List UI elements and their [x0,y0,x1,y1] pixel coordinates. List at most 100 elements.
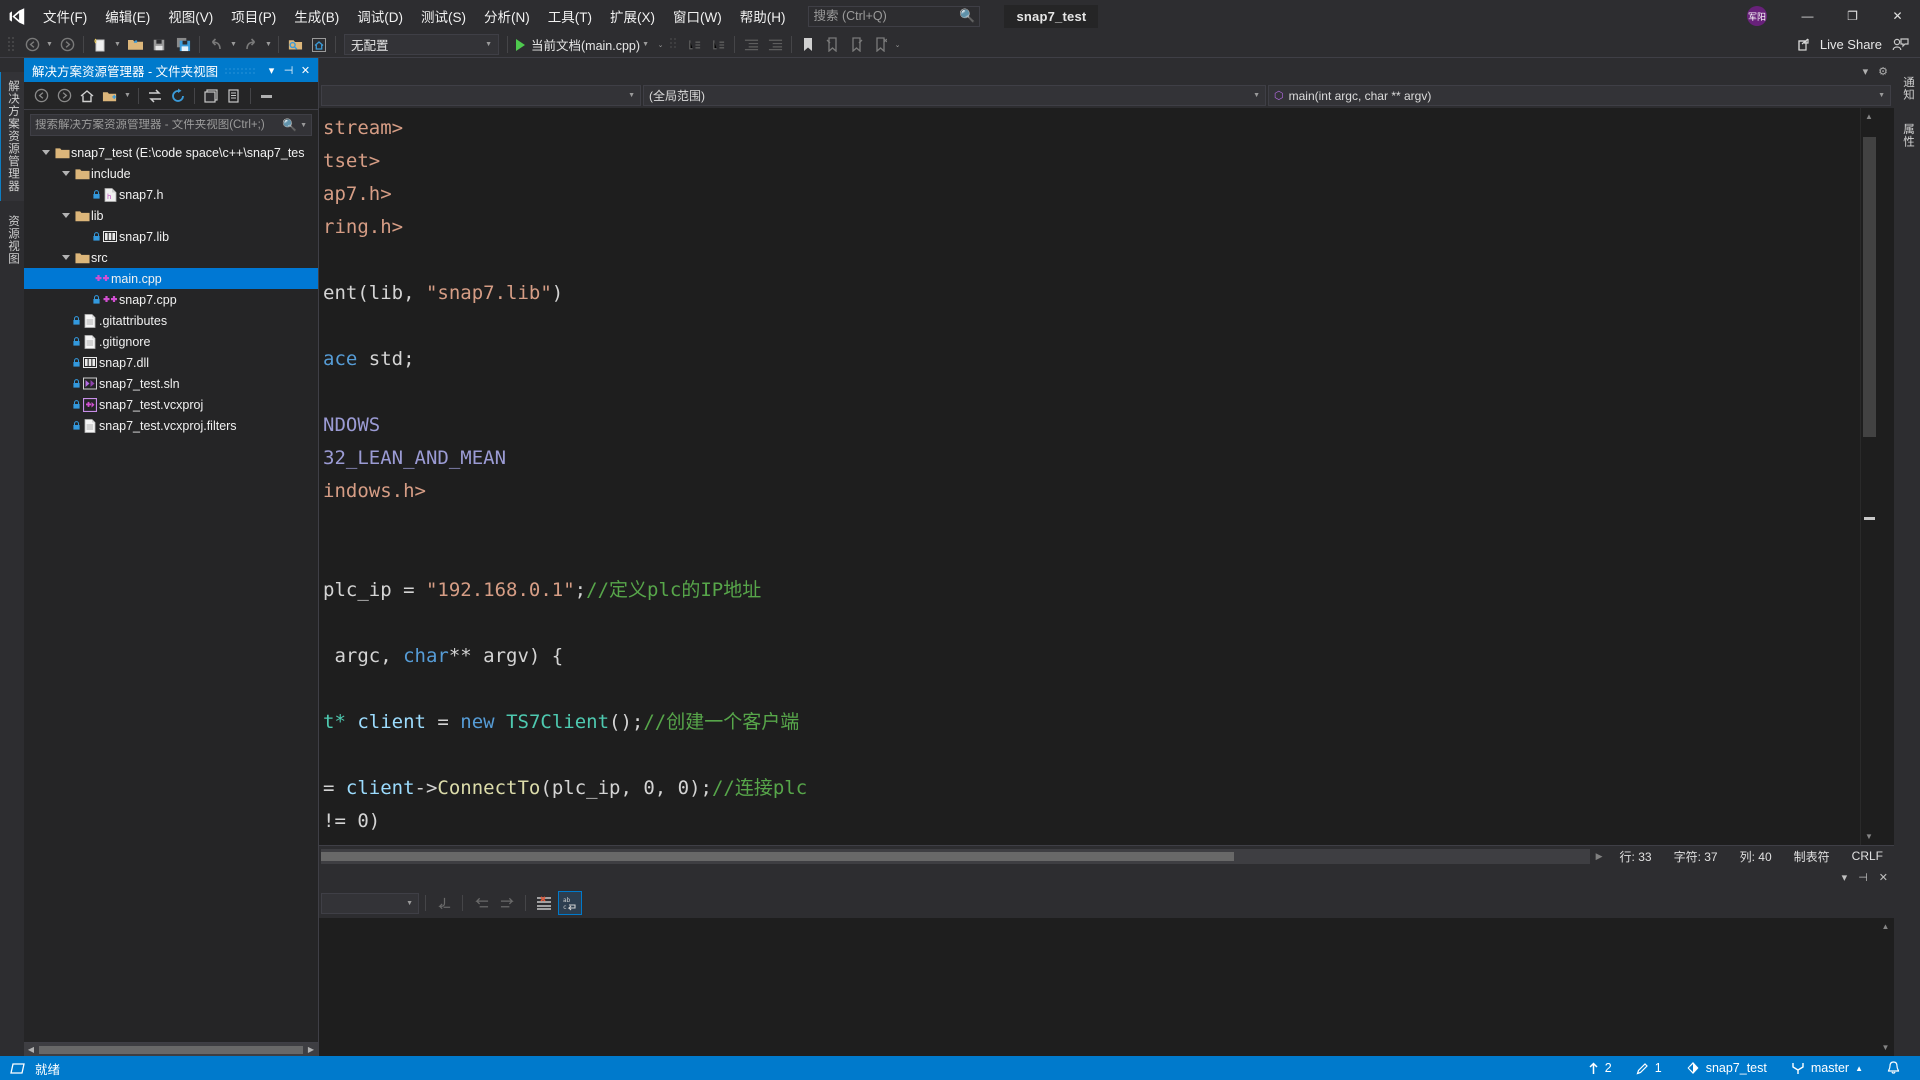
user-account-avatar[interactable]: 军阳 [1747,6,1767,26]
code-line[interactable] [319,607,1860,640]
code-line[interactable]: != 0) [319,805,1860,838]
undo-icon[interactable] [204,34,228,56]
toolbar-grip-2[interactable] [669,36,679,54]
quick-launch-search[interactable]: 🔍 [808,5,981,27]
navigate-back-caret-icon[interactable]: ▼ [44,34,55,56]
editor-hscrollbar-wrap[interactable] [319,846,1590,866]
show-all-files-icon[interactable] [256,85,278,107]
editor-hscrollbar[interactable] [321,848,1590,864]
nav-forward-icon[interactable] [53,85,75,107]
scroll-down-icon[interactable]: ▼ [1861,828,1878,845]
code-line[interactable]: argc, char** argv) { [319,640,1860,673]
vtab-notifications[interactable]: 通知 [1894,68,1920,109]
toolbar-overflow-2-icon[interactable]: ⌄ [892,34,903,56]
output-source-combo[interactable]: ▼ [321,892,419,914]
code-line[interactable]: plc_ip = "192.168.0.1";//定义plc的IP地址 [319,574,1860,607]
close-icon[interactable]: ✕ [1879,871,1888,884]
git-branch[interactable]: master ▲ [1779,1056,1875,1080]
menu-analyze[interactable]: 分析(N) [475,0,539,32]
pin-icon[interactable]: ⊣ [1858,871,1868,884]
next-bookmark-icon[interactable] [844,34,868,56]
solution-explorer-search[interactable]: 🔍 ▼ [30,114,312,136]
save-all-icon[interactable] [171,34,195,56]
new-item-icon[interactable] [88,34,112,56]
tree-item-snap7-test-e-code-space-c-snap[interactable]: snap7_test (E:\code space\c++\snap7_tes [24,142,318,163]
increase-indent-icon[interactable] [763,34,787,56]
type-scope-combo[interactable]: (全局范围) ▼ [643,85,1266,106]
settings-gear-icon[interactable]: ⚙ [1878,65,1888,78]
scroll-up-icon[interactable]: ▲ [1861,108,1878,125]
collapse-all-icon[interactable] [200,85,222,107]
home-icon[interactable] [307,34,331,56]
project-scope-combo[interactable]: ▼ [321,85,641,106]
scroll-track[interactable] [1861,125,1878,828]
code-line[interactable] [319,244,1860,277]
tree-item-lib[interactable]: lib [24,205,318,226]
live-share-button[interactable]: Live Share [1792,35,1888,54]
menu-window[interactable]: 窗口(W) [664,0,731,32]
menu-file[interactable]: 文件(F) [34,0,96,32]
vtab-properties[interactable]: 属性 [1894,115,1920,156]
expander-icon[interactable] [58,255,73,260]
scroll-left-icon[interactable]: ◀ [24,1045,38,1054]
scroll-thumb[interactable] [1862,137,1876,437]
code-line[interactable] [319,310,1860,343]
tree-item-snap7-test.vcxproj[interactable]: snap7_test.vcxproj [24,394,318,415]
vtab-solution-explorer[interactable]: 解决方案资源管理器 [0,72,25,201]
code-line[interactable]: t* client = new TS7Client();//创建一个客户端 [319,706,1860,739]
outgoing-commits[interactable]: 2 [1576,1056,1624,1080]
code-line[interactable] [319,508,1860,541]
code-line[interactable] [319,376,1860,409]
toolbar-overflow-icon[interactable]: ⌄ [655,34,666,56]
navigate-back-icon[interactable] [20,34,44,56]
search-input[interactable] [813,9,958,23]
menu-build[interactable]: 生成(B) [285,0,348,32]
editor-vertical-scrollbar[interactable]: ▲ ▼ [1860,108,1877,845]
tree-item-include[interactable]: include [24,163,318,184]
pending-edits[interactable]: 1 [1624,1056,1674,1080]
close-button[interactable]: ✕ [1875,0,1920,32]
redo-icon[interactable] [239,34,263,56]
new-folder-caret-icon[interactable]: ▼ [122,85,133,107]
code-line[interactable] [319,673,1860,706]
code-line[interactable]: = client->ConnectTo(plc_ip, 0, 0);//连接pl… [319,772,1860,805]
home-icon[interactable] [76,85,98,107]
toggle-bookmark-icon[interactable] [796,34,820,56]
previous-bookmark-icon[interactable] [820,34,844,56]
scroll-thumb[interactable] [39,1045,303,1054]
branch-caret-icon[interactable]: ▲ [1855,1064,1863,1073]
word-wrap-icon[interactable]: ab c [558,891,582,915]
tree-item-snap7.dll[interactable]: snap7.dll [24,352,318,373]
find-in-files-icon[interactable] [283,34,307,56]
notifications-bell[interactable] [1875,1056,1912,1080]
sync-with-active-document-icon[interactable] [144,85,166,107]
expander-icon[interactable] [58,213,73,218]
next-message-icon[interactable] [495,891,519,915]
code-line[interactable]: NDOWS [319,409,1860,442]
expander-icon[interactable] [58,171,73,176]
go-to-message-icon[interactable] [432,891,456,915]
chevron-down-icon[interactable]: ▾ [1842,871,1848,884]
menu-tools[interactable]: 工具(T) [539,0,601,32]
menu-test[interactable]: 测试(S) [412,0,475,32]
code-editor-surface[interactable]: stream> tset> ap7.h> ring.h> ent(lib, "snap… [319,108,1894,845]
run-button[interactable]: 当前文档(main.cpp) ▼ [512,34,655,56]
properties-icon[interactable] [223,85,245,107]
tree-item-main.cpp[interactable]: main.cpp [24,268,318,289]
toolbar-grip[interactable] [7,36,17,54]
code-line[interactable]: tset> [319,145,1860,178]
decrease-indent-icon[interactable] [739,34,763,56]
menu-edit[interactable]: 编辑(E) [96,0,159,32]
menu-project[interactable]: 项目(P) [222,0,285,32]
code-line[interactable] [319,739,1860,772]
undo-caret-icon[interactable]: ▼ [228,34,239,56]
menu-extensions[interactable]: 扩展(X) [601,0,664,32]
run-target-caret-icon[interactable]: ▼ [640,34,651,56]
code-line[interactable]: stream> [319,112,1860,145]
output-vertical-scrollbar[interactable]: ▲ ▼ [1877,918,1894,1056]
menu-view[interactable]: 视图(V) [159,0,222,32]
save-icon[interactable] [147,34,171,56]
output-panel-body[interactable]: ▲ ▼ [319,918,1894,1056]
scroll-up-icon[interactable]: ▲ [1877,918,1894,935]
code-line[interactable] [319,541,1860,574]
